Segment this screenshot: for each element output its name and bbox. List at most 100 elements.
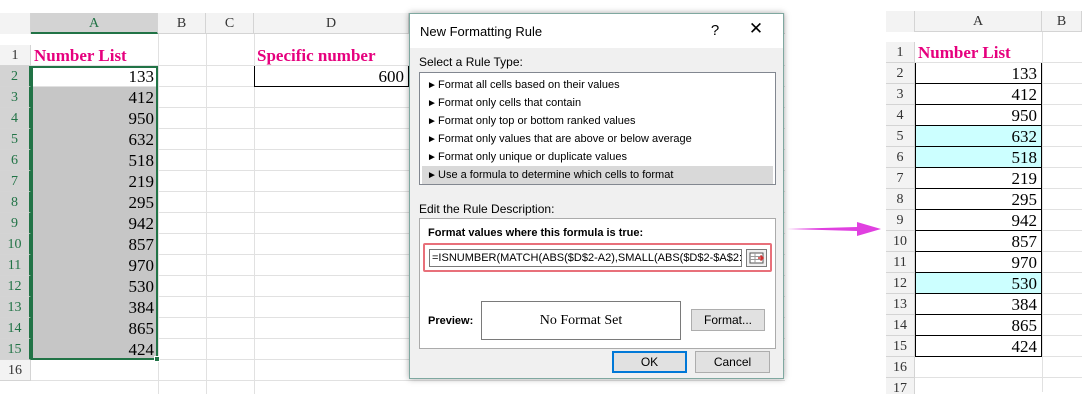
number-cell[interactable]: 295 [915,189,1042,210]
row-header[interactable]: 2 [886,63,915,84]
row-header[interactable]: 14 [0,318,31,339]
row-header[interactable]: 11 [0,255,31,276]
arrow-icon: ► [427,98,437,109]
number-cell[interactable]: 424 [31,339,158,360]
rule-type-item[interactable]: ►Format only top or bottom ranked values [422,112,773,130]
dialog-title: New Formatting Rule [420,24,543,39]
number-cell[interactable]: 857 [915,231,1042,252]
row-header[interactable]: 1 [886,42,915,63]
number-cell[interactable]: 384 [915,294,1042,315]
number-cell[interactable]: 970 [31,255,158,276]
column-header-d[interactable]: D [254,13,409,34]
rule-type-label: Format only cells that contain [438,97,582,109]
number-cell[interactable]: 295 [31,192,158,213]
ok-button[interactable]: OK [612,351,687,373]
grid-row [915,378,1082,394]
column-header-b[interactable]: B [158,13,206,34]
number-cell[interactable]: 412 [31,87,158,108]
number-cell[interactable]: 632 [31,129,158,150]
highlighted-number-cell[interactable]: 530 [915,273,1042,294]
number-cell[interactable]: 133 [915,63,1042,84]
row-header[interactable]: 16 [0,360,31,381]
row-header[interactable]: 4 [886,105,915,126]
rule-type-item[interactable]: ►Format all cells based on their values [422,76,773,94]
rule-type-item[interactable]: ►Format only values that are above or be… [422,130,773,148]
row-header[interactable]: 17 [886,378,915,394]
number-cell[interactable]: 942 [915,210,1042,231]
number-cell[interactable]: 530 [31,276,158,297]
format-button[interactable]: Format... [691,309,765,331]
column-header-a[interactable]: A [915,11,1042,32]
help-button[interactable]: ? [708,22,722,39]
row-header[interactable]: 12 [0,276,31,297]
number-cell[interactable]: 950 [31,108,158,129]
column-header-b[interactable]: B [1042,11,1082,32]
column-header-c[interactable]: C [206,13,254,34]
highlighted-number-cell[interactable]: 632 [915,126,1042,147]
number-cell[interactable]: 219 [31,171,158,192]
number-cell[interactable]: 424 [915,336,1042,357]
select-all-corner[interactable] [886,11,915,32]
specific-number-cell[interactable]: 600 [254,66,409,87]
collapse-dialog-button[interactable] [746,249,767,267]
row-header[interactable]: 14 [886,315,915,336]
number-cell[interactable]: 857 [31,234,158,255]
select-all-corner[interactable] [0,13,31,34]
edit-rule-description-label: Edit the Rule Description: [419,202,555,216]
rule-type-item-selected[interactable]: ►Use a formula to determine which cells … [422,166,773,184]
arrow-icon: ► [427,116,437,127]
row-header[interactable]: 10 [0,234,31,255]
row-header[interactable]: 3 [886,84,915,105]
number-cell[interactable]: 518 [31,150,158,171]
row-header[interactable]: 9 [0,213,31,234]
right-spreadsheet: A B 1 2 3 4 5 6 7 8 9 10 11 12 13 14 15 16 17 133 412 950 63… [886,0,1082,394]
number-cell[interactable]: 865 [31,318,158,339]
row-header[interactable]: 7 [886,168,915,189]
row-header[interactable]: 8 [0,192,31,213]
row-header[interactable]: 11 [886,252,915,273]
column-header-a[interactable]: A [31,13,158,34]
formula-highlight-outline: =ISNUMBER(MATCH(ABS($D$2-A2),SMALL(ABS($… [423,243,772,272]
number-list-header[interactable]: Number List [915,42,1042,63]
row-header[interactable]: 10 [886,231,915,252]
number-cell[interactable]: 219 [915,168,1042,189]
number-cell[interactable]: 950 [915,105,1042,126]
row-header[interactable]: 13 [0,297,31,318]
row-header[interactable]: 1 [0,45,31,66]
number-cell[interactable]: 384 [31,297,158,318]
column-header-row: A B [886,11,1082,32]
number-cell[interactable]: 133 [31,66,158,87]
row-header[interactable]: 13 [886,294,915,315]
row-header[interactable]: 7 [0,171,31,192]
number-list-header[interactable]: Number List [31,45,158,66]
formula-input[interactable]: =ISNUMBER(MATCH(ABS($D$2-A2),SMALL(ABS($… [429,249,742,267]
row-header[interactable]: 3 [0,87,31,108]
number-cell[interactable]: 865 [915,315,1042,336]
row-header[interactable]: 6 [886,147,915,168]
number-cell[interactable]: 942 [31,213,158,234]
select-rule-type-label: Select a Rule Type: [419,55,523,69]
row-header[interactable]: 9 [886,210,915,231]
close-button[interactable]: ✕ [746,19,766,39]
row-header[interactable]: 8 [886,189,915,210]
row-header[interactable]: 12 [886,273,915,294]
grid-line [254,34,255,394]
number-cell[interactable]: 970 [915,252,1042,273]
specific-number-header[interactable]: Specific number [254,45,409,66]
cancel-button[interactable]: Cancel [695,351,770,373]
rule-type-item[interactable]: ►Format only cells that contain [422,94,773,112]
row-header[interactable]: 6 [0,150,31,171]
rule-type-label: Format only values that are above or bel… [438,133,692,145]
row-header[interactable]: 5 [0,129,31,150]
row-header[interactable]: 15 [0,339,31,360]
row-header[interactable]: 16 [886,357,915,378]
rule-type-item[interactable]: ►Format only unique or duplicate values [422,148,773,166]
highlighted-number-cell[interactable]: 518 [915,147,1042,168]
formula-label: Format values where this formula is true… [428,227,644,239]
row-header[interactable]: 2 [0,66,31,87]
row-header[interactable]: 15 [886,336,915,357]
number-cell[interactable]: 412 [915,84,1042,105]
row-header[interactable]: 5 [886,126,915,147]
row-header[interactable]: 4 [0,108,31,129]
arrow-icon: ► [427,134,437,145]
